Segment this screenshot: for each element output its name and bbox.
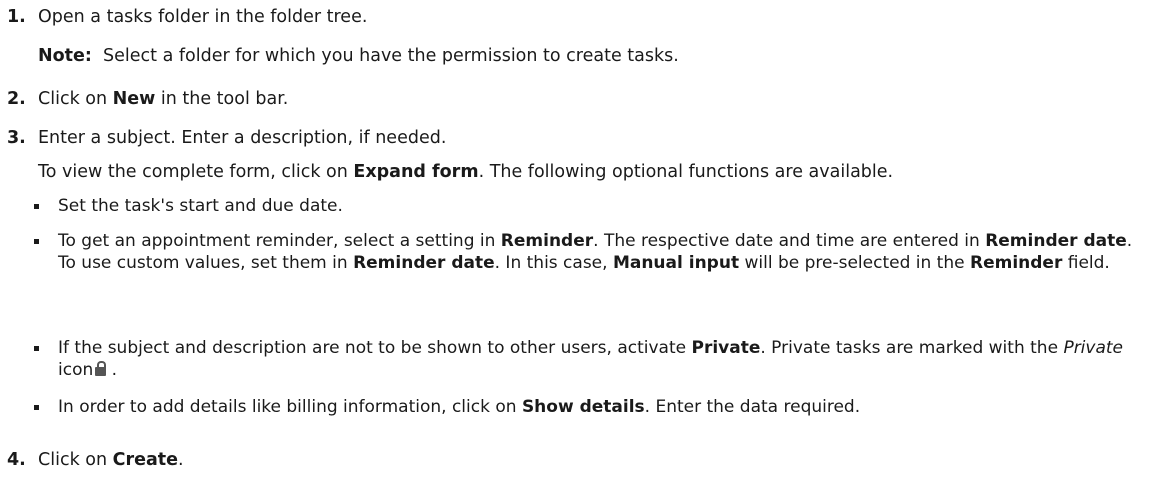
list-item: To get an appointment reminder, select a… xyxy=(34,231,1143,275)
step-text: Enter a subject. Enter a description, if… xyxy=(38,128,447,148)
bullet-icon xyxy=(34,346,39,351)
bullet-icon xyxy=(34,405,39,410)
note-label: Note: xyxy=(38,46,92,66)
bullet-icon xyxy=(34,204,39,209)
list-item: In order to add details like billing inf… xyxy=(34,397,1143,419)
step-text: Click on Create. xyxy=(38,450,184,470)
step-text-line2: To view the complete form, click on Expa… xyxy=(38,162,894,182)
step-number: 2. xyxy=(7,89,26,109)
step-number: 1. xyxy=(7,7,26,27)
create-button-ref: Create xyxy=(112,450,179,470)
step-text: Open a tasks folder in the folder tree. xyxy=(38,7,368,27)
note-text: Select a folder for which you have the p… xyxy=(103,46,679,66)
new-button-ref: New xyxy=(112,89,156,109)
lock-icon xyxy=(95,360,107,376)
note: Note: Select a folder for which you have… xyxy=(38,45,679,69)
step-text: Click on New in the tool bar. xyxy=(38,89,289,109)
expand-form-ref: Expand form xyxy=(353,162,479,182)
step-number: 4. xyxy=(7,450,26,470)
bullet-icon xyxy=(34,239,39,244)
step-number: 3. xyxy=(7,128,26,148)
list-item: Set the task's start and due date. xyxy=(34,196,1143,218)
list-item: If the subject and description are not t… xyxy=(34,338,1143,382)
